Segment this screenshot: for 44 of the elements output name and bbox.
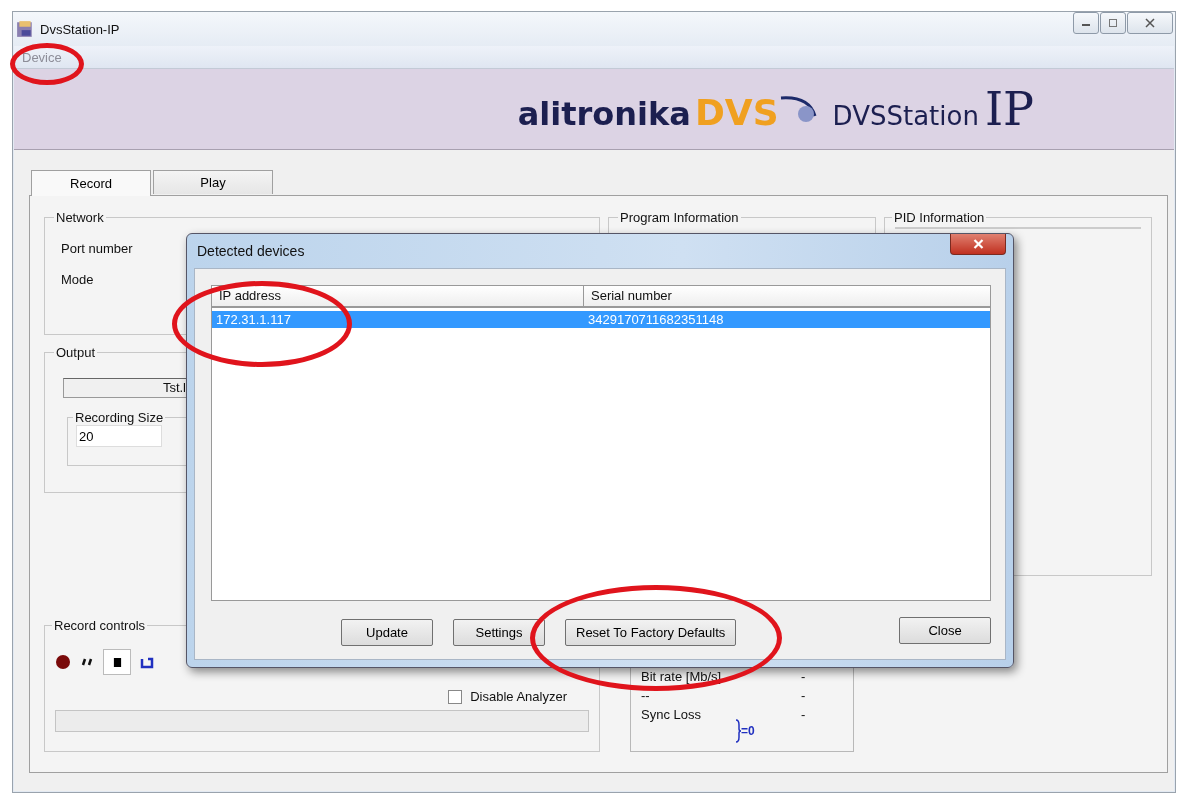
- app-icon: [16, 20, 34, 38]
- window-title: DvsStation-IP: [40, 21, 120, 37]
- maximize-icon: [1108, 18, 1118, 28]
- close-icon: [972, 239, 984, 249]
- tab[interactable]: Record: [31, 170, 151, 196]
- group-label: Record controls: [53, 618, 147, 633]
- field-label: Mode: [61, 272, 94, 287]
- group-label: Program Information: [619, 210, 740, 225]
- record-icon[interactable]: [55, 654, 71, 670]
- checkbox-label: Disable Analyzer: [470, 689, 567, 704]
- brace-icon: [735, 719, 741, 743]
- tab[interactable]: Play: [153, 170, 273, 194]
- close-button[interactable]: [950, 234, 1006, 255]
- group-label: Recording Size: [74, 410, 165, 425]
- stop-icon: [112, 656, 122, 668]
- brand-mark: DVS: [694, 92, 779, 133]
- dialog-button[interactable]: Update: [341, 619, 433, 646]
- close-icon: [1145, 18, 1155, 28]
- dialog-title: Detected devices: [197, 243, 305, 259]
- dialog-button[interactable]: Settings: [453, 619, 545, 646]
- maximize-button[interactable]: [1100, 12, 1126, 34]
- stat-label: Sync Loss: [641, 707, 702, 722]
- sync-indicator: =0: [741, 724, 755, 738]
- close-dialog-button[interactable]: Close: [899, 617, 991, 644]
- sphere-icon: [778, 94, 819, 124]
- stat-value: -: [801, 688, 806, 703]
- input-field[interactable]: 20: [76, 425, 162, 447]
- group-label: Network: [55, 210, 105, 225]
- field-label: Port number: [61, 241, 133, 256]
- minimize-button[interactable]: [1073, 12, 1099, 34]
- brand-name: alitronika: [517, 95, 691, 133]
- checkbox[interactable]: [448, 689, 463, 704]
- stat-value: -: [801, 669, 806, 684]
- product-suffix: IP: [984, 82, 1034, 136]
- group-label: Output: [55, 345, 97, 360]
- stop-button[interactable]: [103, 649, 131, 675]
- group-label: PID Information: [893, 210, 986, 225]
- column-header[interactable]: Serial number: [584, 286, 990, 306]
- stat-value: -: [801, 707, 806, 722]
- stat-label: --: [641, 688, 651, 703]
- column-header[interactable]: IP address: [212, 286, 584, 306]
- stat-label: Bit rate [Mb/s]: [641, 669, 723, 684]
- dialog-button[interactable]: Reset To Factory Defaults: [565, 619, 737, 646]
- product-name: DVSStation: [832, 101, 979, 131]
